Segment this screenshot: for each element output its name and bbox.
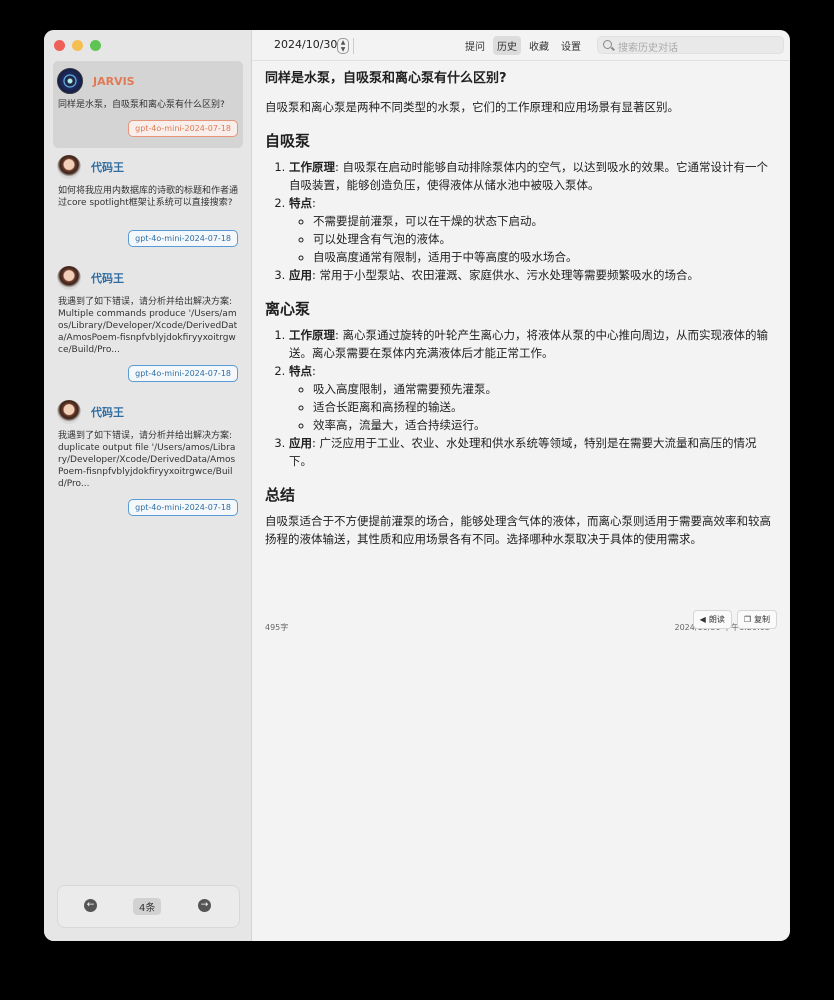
model-badge[interactable]: gpt-4o-mini-2024-07-18 — [128, 120, 238, 137]
zoom-window-button[interactable] — [90, 40, 101, 51]
page-count-label: 4条 — [133, 898, 162, 915]
conversation-item-jarvis[interactable]: JARVIS 同样是水泵，自吸泵和离心泵有什么区别? gpt-4o-mini-2… — [53, 61, 243, 148]
sub-list-item: 不需要提前灌泵，可以在干燥的状态下启动。 — [313, 212, 775, 230]
answer-actions: ◀ 朗读 ❐ 复制 — [692, 610, 777, 629]
word-count: 495字 — [265, 623, 289, 632]
list-item: 特点: 不需要提前灌泵，可以在干燥的状态下启动。 可以处理含有气泡的液体。 自吸… — [289, 194, 775, 266]
speaker-icon: ◀ — [699, 615, 706, 624]
conversation-name: JARVIS — [93, 74, 135, 88]
section-list: 工作原理: 自吸泵在启动时能够自动排除泵体内的空气，以达到吸水的效果。它通常设计… — [265, 158, 775, 284]
section-list: 工作原理: 离心泵通过旋转的叶轮产生离心力，将液体从泵的中心推向周边，从而实现液… — [265, 326, 775, 470]
next-page-button[interactable]: → — [198, 899, 211, 912]
tab-settings[interactable]: 设置 — [557, 36, 585, 55]
sub-list: 吸入高度限制，通常需要预先灌泵。 适合长距离和高扬程的输送。 效率高，流量大，适… — [289, 380, 775, 434]
model-badge[interactable]: gpt-4o-mini-2024-07-18 — [128, 499, 238, 516]
sub-list-item: 适合长距离和高扬程的输送。 — [313, 398, 775, 416]
previous-page-button[interactable]: ← — [84, 899, 97, 912]
toolbar-divider — [353, 38, 354, 54]
summary-text: 自吸泵适合于不方便提前灌泵的场合，能够处理含气体的液体，而离心泵则适用于需要高效… — [265, 514, 771, 546]
search-icon — [603, 40, 612, 49]
tab-favorites[interactable]: 收藏 — [525, 36, 553, 55]
date-picker[interactable]: 2024/10/30 — [274, 38, 337, 51]
conversation-preview: 我遇到了如下错误，请分析并给出解决方案: Multiple commands p… — [58, 297, 238, 355]
avatar — [57, 155, 81, 179]
avatar — [57, 400, 81, 424]
sub-list: 不需要提前灌泵，可以在干燥的状态下启动。 可以处理含有气泡的液体。 自吸高度通常… — [289, 212, 775, 266]
sub-list-item: 可以处理含有气泡的液体。 — [313, 230, 775, 248]
question-title: 同样是水泵，自吸泵和离心泵有什么区别? — [265, 71, 507, 86]
search-input[interactable]: 搜索历史对话 — [597, 36, 784, 54]
model-badge[interactable]: gpt-4o-mini-2024-07-18 — [128, 230, 238, 247]
conversation-item[interactable]: 代码王 我遇到了如下错误，请分析并给出解决方案: Multiple comman… — [53, 264, 243, 384]
date-stepper[interactable]: ▲ ▼ — [337, 38, 349, 54]
list-item: 应用: 广泛应用于工业、农业、水处理和供水系统等领域，特别是在需要大流量和高压的… — [289, 434, 775, 470]
sub-list-item: 自吸高度通常有限制，适用于中等高度的吸水场合。 — [313, 248, 775, 266]
conversation-preview: 同样是水泵，自吸泵和离心泵有什么区别? — [58, 100, 225, 110]
sub-list-item: 效率高，流量大，适合持续运行。 — [313, 416, 775, 434]
model-badge[interactable]: gpt-4o-mini-2024-07-18 — [128, 365, 238, 382]
list-item: 工作原理: 离心泵通过旋转的叶轮产生离心力，将液体从泵的中心推向周边，从而实现液… — [289, 326, 775, 362]
tab-history[interactable]: 历史 — [493, 36, 521, 55]
toolbar: 2024/10/30 ▲ ▼ 提问 历史 收藏 设置 搜索历史对话 — [252, 30, 790, 61]
list-item: 工作原理: 自吸泵在启动时能够自动排除泵体内的空气，以达到吸水的效果。它通常设计… — [289, 158, 775, 194]
answer-intro: 自吸泵和离心泵是两种不同类型的水泵，它们的工作原理和应用场景有显著区别。 — [265, 100, 679, 114]
sub-list-item: 吸入高度限制，通常需要预先灌泵。 — [313, 380, 775, 398]
conversation-name: 代码王 — [91, 272, 124, 285]
copy-button[interactable]: ❐ 复制 — [736, 610, 777, 629]
conversation-name: 代码王 — [91, 161, 124, 174]
search-placeholder: 搜索历史对话 — [618, 43, 678, 54]
avatar — [57, 266, 81, 290]
conversation-preview: 如何将我应用内数据库的诗歌的标题和作者通过core spotlight框架让系统… — [58, 186, 239, 208]
close-window-button[interactable] — [54, 40, 65, 51]
summary-heading: 总结 — [265, 486, 296, 504]
minimize-window-button[interactable] — [72, 40, 83, 51]
window-controls — [54, 40, 101, 51]
conversation-item[interactable]: 代码王 我遇到了如下错误，请分析并给出解决方案: duplicate outpu… — [53, 398, 243, 518]
read-aloud-button[interactable]: ◀ 朗读 — [692, 610, 732, 629]
conversation-name: 代码王 — [91, 406, 124, 419]
list-item: 应用: 常用于小型泵站、农田灌溉、家庭供水、污水处理等需要频繁吸水的场合。 — [289, 266, 775, 284]
sidebar: JARVIS 同样是水泵，自吸泵和离心泵有什么区别? gpt-4o-mini-2… — [44, 30, 252, 941]
avatar — [57, 68, 83, 94]
conversation-item[interactable]: 代码王 如何将我应用内数据库的诗歌的标题和作者通过core spotlight框… — [53, 153, 243, 253]
tab-ask[interactable]: 提问 — [461, 36, 489, 55]
conversation-preview: 我遇到了如下错误，请分析并给出解决方案: duplicate output fi… — [58, 431, 236, 489]
copy-icon: ❐ — [743, 615, 751, 624]
section-heading: 自吸泵 — [265, 132, 311, 150]
pagination: ← 4条 → — [57, 885, 240, 928]
app-window: JARVIS 同样是水泵，自吸泵和离心泵有什么区别? gpt-4o-mini-2… — [44, 30, 790, 941]
answer-content: 同样是水泵，自吸泵和离心泵有什么区别? 自吸泵和离心泵是两种不同类型的水泵，它们… — [265, 70, 775, 548]
section-heading: 离心泵 — [265, 300, 311, 318]
tab-bar: 提问 历史 收藏 设置 — [461, 36, 585, 55]
list-item: 特点: 吸入高度限制，通常需要预先灌泵。 适合长距离和高扬程的输送。 效率高，流… — [289, 362, 775, 434]
